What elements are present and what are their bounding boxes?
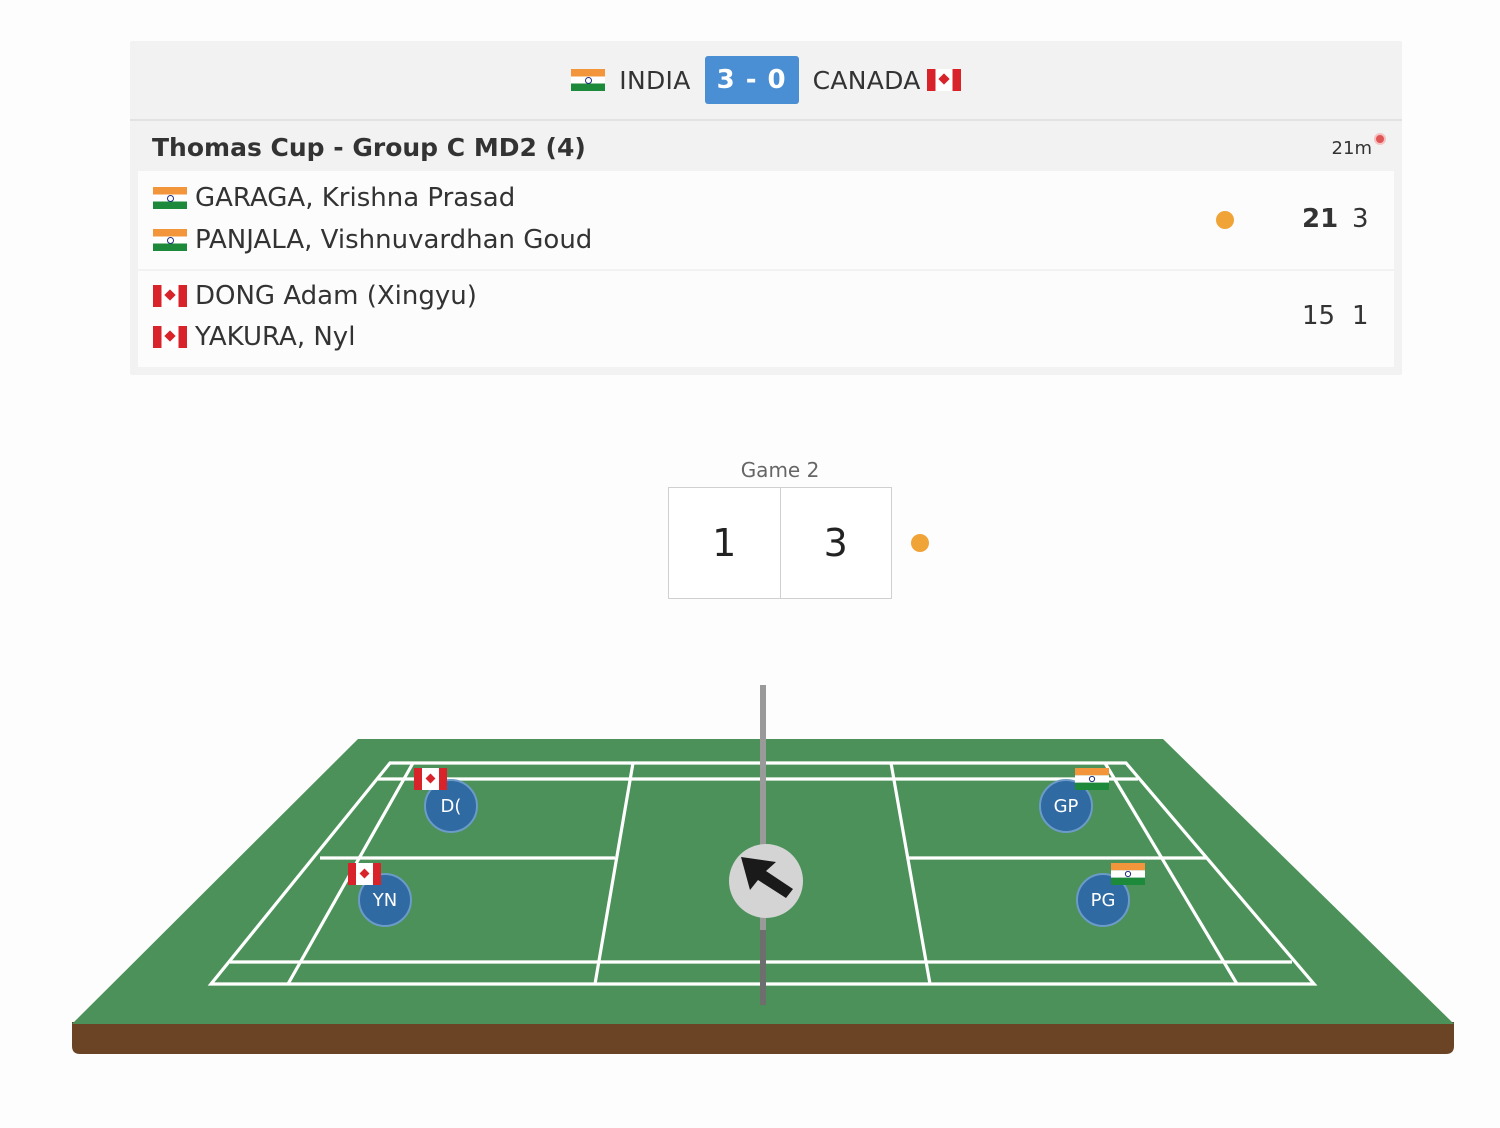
marker-initials: PG <box>1091 890 1116 911</box>
arrow-up-left-icon <box>729 844 803 918</box>
india-flag-icon <box>1111 863 1145 885</box>
court-base <box>72 1022 1454 1054</box>
canada-flag-icon <box>348 863 381 885</box>
india-flag-icon <box>1075 768 1109 790</box>
marker-initials: GP <box>1054 796 1079 817</box>
badminton-court: D( YN GP PG <box>72 685 1454 1054</box>
marker-initials: YN <box>372 890 397 911</box>
marker-initials: D( <box>441 796 462 817</box>
canada-flag-icon <box>414 768 447 790</box>
